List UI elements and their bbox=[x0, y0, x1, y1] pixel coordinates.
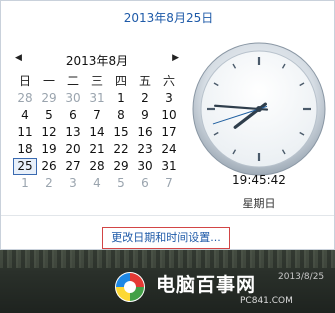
watermark-site: PC841.COM bbox=[240, 296, 293, 306]
triangle-right-icon[interactable]: ▶ bbox=[172, 53, 179, 63]
calendar-day[interactable]: 19 bbox=[37, 141, 61, 158]
calendar-day[interactable]: 4 bbox=[13, 107, 37, 124]
weekday-header: 三 bbox=[90, 74, 103, 88]
calendar-day[interactable]: 9 bbox=[133, 107, 157, 124]
weekday-header: 二 bbox=[66, 74, 79, 88]
calendar: ◀ 2013年8月 ▶ 日一二三四五六 28 29 30 31 1 2 3 4 5 6 7 8 9 10 11… bbox=[13, 51, 181, 192]
weekday-header: 日 bbox=[18, 74, 31, 88]
calendar-day[interactable]: 28 bbox=[13, 90, 37, 107]
calendar-day[interactable]: 7 bbox=[85, 107, 109, 124]
calendar-day[interactable]: 6 bbox=[133, 175, 157, 192]
calendar-day[interactable]: 15 bbox=[109, 124, 133, 141]
calendar-day[interactable]: 20 bbox=[61, 141, 85, 158]
calendar-nav: ◀ 2013年8月 ▶ bbox=[13, 51, 181, 69]
calendar-day[interactable]: 5 bbox=[109, 175, 133, 192]
change-date-time-settings-link[interactable]: 更改日期和时间设置... bbox=[102, 227, 230, 249]
calendar-day[interactable]: 13 bbox=[61, 124, 85, 141]
digital-time: 19:45:42 bbox=[232, 173, 286, 187]
calendar-day[interactable]: 30 bbox=[133, 158, 157, 175]
weekday-label: 星期日 bbox=[242, 197, 276, 210]
calendar-day[interactable]: 26 bbox=[37, 158, 61, 175]
calendar-day[interactable]: 1 bbox=[13, 175, 37, 192]
calendar-grid: 日一二三四五六 28 29 30 31 1 2 3 4 5 6 7 8 9 10 11 12 13 14 15 16 17… bbox=[13, 73, 181, 192]
calendar-day[interactable]: 31 bbox=[85, 90, 109, 107]
calendar-day[interactable]: 6 bbox=[61, 107, 85, 124]
weekday-header: 一 bbox=[42, 74, 55, 88]
pc841-logo-icon bbox=[115, 272, 145, 302]
calendar-day[interactable]: 2 bbox=[133, 90, 157, 107]
calendar-day[interactable]: 29 bbox=[109, 158, 133, 175]
calendar-day[interactable]: 5 bbox=[37, 107, 61, 124]
calendar-day[interactable]: 3 bbox=[157, 90, 181, 107]
calendar-day[interactable]: 12 bbox=[37, 124, 61, 141]
calendar-day[interactable]: 31 bbox=[157, 158, 181, 175]
desktop-background-strip bbox=[0, 250, 335, 268]
watermark-date: 2013/8/25 bbox=[278, 272, 325, 282]
weekday-header: 六 bbox=[162, 74, 175, 88]
weekday-header: 五 bbox=[138, 74, 151, 88]
watermark-title: 电脑百事网 bbox=[156, 274, 257, 296]
analog-clock-icon bbox=[189, 39, 329, 179]
calendar-month-title[interactable]: 2013年8月 bbox=[13, 52, 181, 69]
calendar-day[interactable]: 24 bbox=[157, 141, 181, 158]
calendar-day[interactable]: 1 bbox=[109, 90, 133, 107]
calendar-day[interactable]: 28 bbox=[85, 158, 109, 175]
calendar-day[interactable]: 4 bbox=[85, 175, 109, 192]
calendar-day[interactable]: 18 bbox=[13, 141, 37, 158]
calendar-day[interactable]: 30 bbox=[61, 90, 85, 107]
calendar-day[interactable]: 7 bbox=[157, 175, 181, 192]
calendar-day[interactable]: 10 bbox=[157, 107, 181, 124]
watermark: 电脑百事网 2013/8/25 PC841.COM bbox=[150, 270, 332, 310]
calendar-day[interactable]: 22 bbox=[109, 141, 133, 158]
calendar-day[interactable]: 16 bbox=[133, 124, 157, 141]
calendar-day[interactable]: 3 bbox=[61, 175, 85, 192]
weekday-header: 四 bbox=[114, 74, 127, 88]
calendar-day[interactable]: 23 bbox=[133, 141, 157, 158]
calendar-day[interactable]: 17 bbox=[157, 124, 181, 141]
calendar-day[interactable]: 27 bbox=[61, 158, 85, 175]
calendar-day[interactable]: 14 bbox=[85, 124, 109, 141]
date-time-flyout: 2013年8月25日 ◀ 2013年8月 ▶ 日一二三四五六 28 29 30 31 1 2… bbox=[0, 0, 335, 250]
full-date-link[interactable]: 2013年8月25日 bbox=[1, 9, 335, 26]
calendar-day[interactable]: 2 bbox=[37, 175, 61, 192]
clock-center-dot bbox=[256, 106, 262, 112]
calendar-day[interactable]: 11 bbox=[13, 124, 37, 141]
calendar-day[interactable]: 29 bbox=[37, 90, 61, 107]
flyout-divider bbox=[1, 215, 334, 216]
calendar-day[interactable]: 21 bbox=[85, 141, 109, 158]
calendar-day[interactable]: 8 bbox=[109, 107, 133, 124]
calendar-day-today[interactable]: 25 bbox=[13, 158, 37, 175]
